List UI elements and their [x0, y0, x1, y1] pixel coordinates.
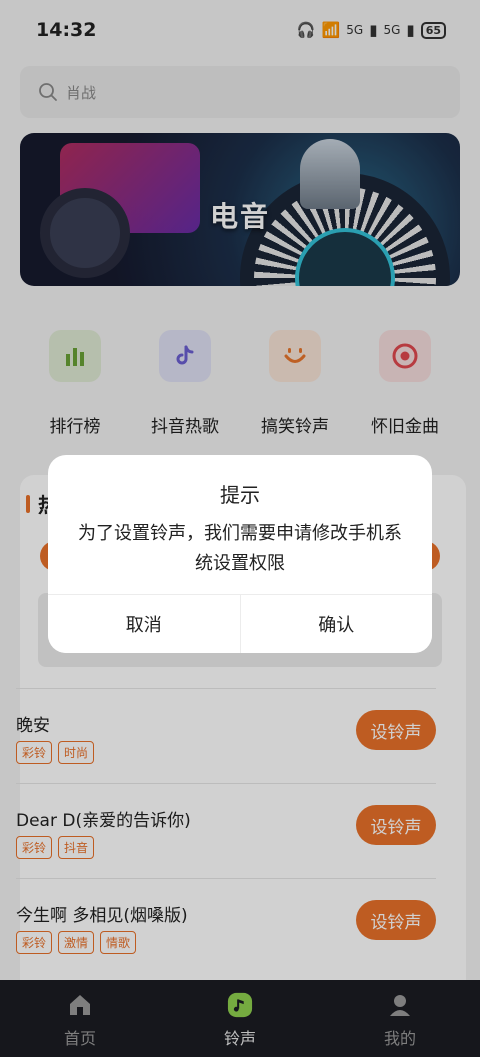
confirm-button[interactable]: 确认	[239, 595, 432, 653]
dialog-title: 提示	[220, 483, 260, 507]
permission-dialog: 提示 为了设置铃声，我们需要申请修改手机系统设置权限 取消 确认	[48, 455, 432, 653]
dialog-actions: 取消 确认	[48, 594, 432, 653]
cancel-button[interactable]: 取消	[48, 595, 240, 653]
dialog-message: 为了设置铃声，我们需要申请修改手机系统设置权限	[78, 523, 402, 574]
